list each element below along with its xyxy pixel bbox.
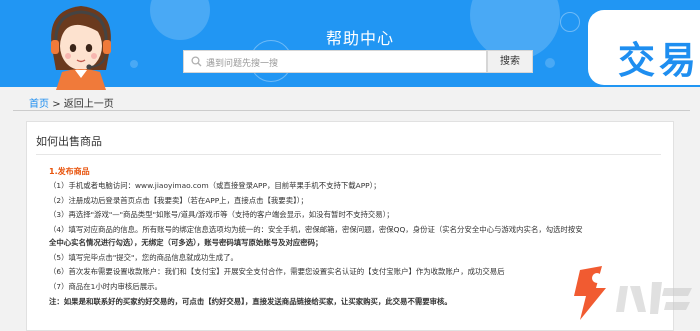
- step-item: （6）首次发布需要设置收款账户：我们和【支付宝】开展安全支付合作，需要您设置实名…: [49, 267, 505, 276]
- step-item: （7）商品在1小时内审核后展示。: [49, 282, 162, 291]
- step-item: （4）填写对应商品的信息。所有账号的绑定信息选项均为统一的：安全手机，密保邮箱，…: [49, 225, 583, 234]
- section-title: 1.发布商品: [49, 167, 90, 176]
- step-item: （5）填写完毕点击"提交"，您的商品信息就成功生成了。: [49, 253, 238, 262]
- breadcrumb-divider: [13, 110, 690, 111]
- decor-dot: [545, 58, 555, 68]
- step-item: （2）注册成功后登录首页点击【我要卖】（若在APP上，直接点击【我要卖】）；: [49, 196, 308, 205]
- step-item: （1）手机或者电脑访问：www.jiaoyimao.com（或直接登录APP，目…: [49, 181, 381, 190]
- breadcrumb: 首页 > 返回上一页: [29, 95, 114, 110]
- nine-game-logo-icon: [574, 266, 692, 320]
- search-placeholder: 遇到问题先搜一搜: [206, 59, 279, 69]
- search-icon: [191, 56, 202, 67]
- step-item-continued: 全中心实名情况进行勾选），无绑定（可多选），账号密码填写原始账号及对应密码；: [49, 238, 323, 247]
- title-divider: [36, 154, 661, 155]
- decor-circle: [150, 0, 210, 40]
- step-item: （3）再选择"游戏"—"商品类型"如账号/道具/游戏币等（支持的客户端会显示，如…: [49, 210, 394, 219]
- search-input[interactable]: 遇到问题先搜一搜: [183, 50, 487, 73]
- trade-label: 交易: [618, 39, 700, 82]
- article-note: 注：如果是和联系好的买家约好交易的，可点击【约好交易】，直接发送商品链接给买家，…: [49, 297, 452, 306]
- page-title: 如何出售商品: [36, 135, 102, 148]
- customer-service-avatar-icon: [51, 6, 111, 90]
- page-header-title: 帮助中心: [326, 29, 395, 48]
- decor-ring: [560, 12, 580, 32]
- breadcrumb-separator: >: [52, 99, 61, 110]
- breadcrumb-back-link[interactable]: 返回上一页: [64, 99, 114, 110]
- breadcrumb-home-link[interactable]: 首页: [29, 99, 49, 110]
- decor-dot: [130, 60, 138, 68]
- search-button[interactable]: 搜索: [487, 50, 533, 73]
